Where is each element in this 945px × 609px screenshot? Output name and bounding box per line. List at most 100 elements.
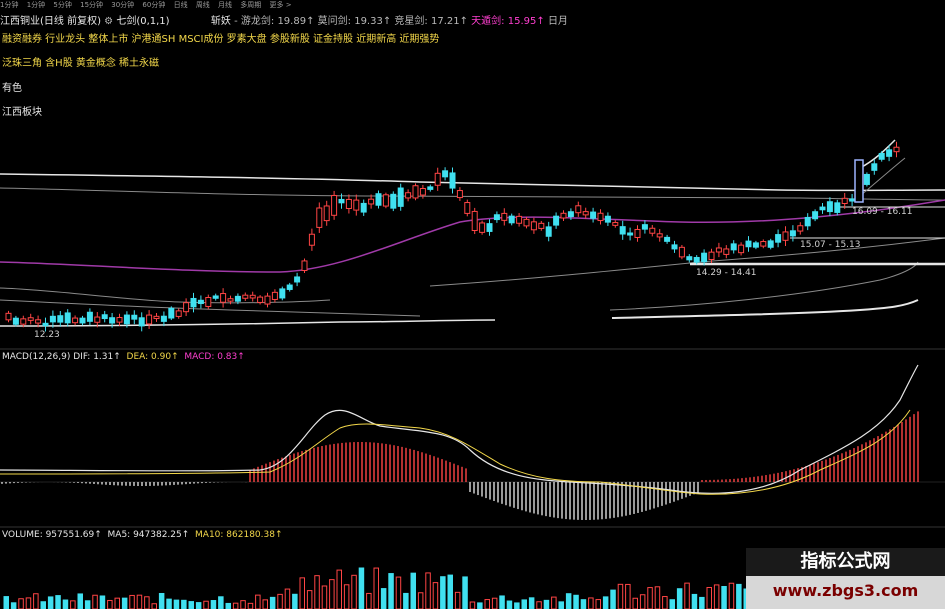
candle-body [834, 202, 841, 213]
candle-body [604, 215, 611, 223]
volume-bar [358, 567, 365, 609]
candle-body [530, 221, 537, 231]
candle-body [153, 315, 160, 320]
volume-bar [158, 592, 165, 609]
volume-bar [136, 594, 143, 609]
volume-bar [314, 575, 320, 609]
ma10-value: MA10: 862180.38↑ [195, 530, 283, 540]
candle-body [109, 317, 116, 324]
candle-body [301, 260, 308, 272]
candle-body [79, 317, 86, 324]
candle-body [634, 228, 641, 238]
price-label-14: 14.29 - 14.41 [696, 268, 757, 278]
candle-body [138, 317, 145, 327]
candle-body [449, 172, 456, 189]
volume-bar [99, 595, 106, 609]
candle-body [863, 173, 870, 185]
volume-bar [3, 596, 9, 609]
candle-body [101, 314, 108, 320]
volume-bar [373, 567, 379, 609]
volume-bar [181, 599, 187, 609]
candle-body [116, 317, 123, 323]
macd-name[interactable]: MACD(12,26,9) [2, 352, 70, 362]
candle-body [197, 299, 204, 305]
volume-value[interactable]: VOLUME: 957551.69↑ [2, 530, 102, 540]
candle-body [627, 232, 634, 236]
candle-body [538, 222, 545, 229]
volume-bar [321, 585, 328, 609]
price-label-16: 16.09 - 16.11 [852, 207, 913, 217]
candle-body [345, 198, 352, 209]
volume-bar [639, 594, 646, 609]
candle-body [567, 211, 574, 218]
candle-body [612, 222, 619, 226]
candle-body [331, 194, 338, 216]
candle-body [841, 197, 848, 204]
volume-bar [380, 588, 387, 609]
volume-bar [114, 597, 120, 609]
candle-body [686, 256, 693, 261]
candle-body [42, 322, 49, 327]
volume-bar [551, 596, 557, 609]
candle-body [72, 317, 79, 324]
volume-bar [55, 595, 61, 609]
candle-body [368, 198, 375, 205]
candle-body [767, 240, 774, 248]
volume-bar [151, 603, 157, 609]
volume-bar [284, 588, 291, 609]
volume-bar [262, 599, 268, 609]
candle-body [849, 198, 856, 202]
candle-body [693, 256, 700, 263]
volume-bar [647, 587, 653, 609]
candle-body [382, 194, 389, 207]
candle-body [175, 310, 182, 317]
macd-legend: MACD(12,26,9) DIF: 1.31↑ DEA: 0.90↑ MACD… [2, 352, 245, 362]
candle-body [64, 312, 71, 324]
volume-bar [662, 596, 668, 609]
candle-body [456, 190, 463, 199]
candle-body [308, 233, 315, 246]
volume-bar [565, 593, 572, 609]
candle-body [678, 246, 685, 258]
candle-body [812, 211, 819, 220]
candle-body [804, 216, 811, 227]
candle-body [819, 206, 826, 211]
volume-bar [484, 599, 490, 609]
candle-body [442, 170, 449, 178]
candle-body [575, 205, 582, 214]
candle-body [286, 284, 293, 290]
volume-bar [343, 584, 350, 609]
candle-body [397, 187, 404, 207]
volume-bar [477, 602, 483, 609]
volume-bar [329, 579, 335, 609]
candle-body [701, 252, 708, 263]
volume-bar [632, 597, 638, 609]
candle-body [86, 311, 93, 322]
candle-body [220, 293, 227, 303]
volume-bar [588, 597, 594, 609]
volume-bar [706, 586, 712, 609]
candle-body [553, 215, 560, 226]
watermark-url: www.zbgs3.com [772, 581, 919, 600]
volume-bar [625, 583, 631, 609]
volume-bar [173, 599, 180, 609]
volume-bar [736, 583, 742, 609]
volume-bar [195, 602, 202, 609]
volume-bar [447, 574, 453, 609]
dea-value: DEA: 0.90↑ [126, 352, 179, 362]
candle-body [434, 172, 441, 186]
volume-bar [410, 572, 416, 609]
candle-body [671, 244, 678, 250]
lower-right-line [609, 261, 919, 311]
candle-body [545, 226, 552, 237]
candle-body [760, 241, 767, 247]
candle-body [419, 188, 426, 196]
candle-body [471, 210, 478, 232]
volume-bar [417, 592, 424, 609]
candle-body [641, 224, 648, 230]
ma-line-purple [0, 199, 945, 273]
macd-value: MACD: 0.83↑ [184, 352, 245, 362]
volume-bar [543, 599, 550, 609]
candle-body [664, 236, 671, 242]
ma5-value: MA5: 947382.25↑ [107, 530, 190, 540]
